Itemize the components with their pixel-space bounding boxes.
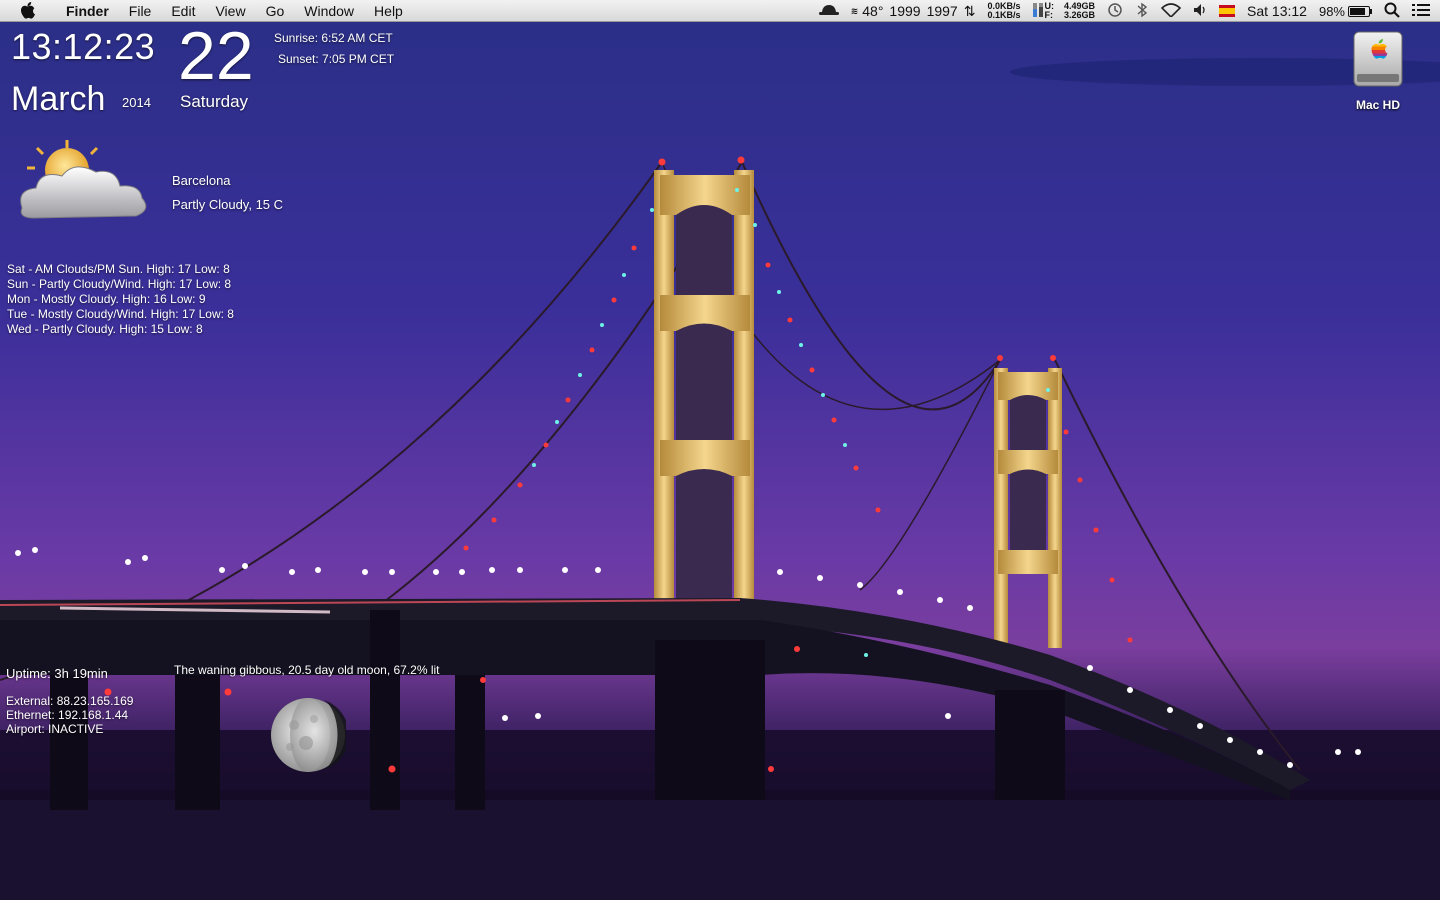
mem-free-value: 3.26GB: [1064, 10, 1096, 20]
menu-app-name[interactable]: Finder: [56, 0, 119, 22]
temperature-monitor[interactable]: ≋ 48° 1999 1997 ⇅: [851, 3, 976, 20]
partly-cloudy-icon: [12, 138, 162, 228]
forecast-day: Sat - AM Clouds/PM Sun. High: 17 Low: 8: [7, 262, 230, 276]
clock-day: 22: [178, 18, 254, 94]
clock-year: 2014: [122, 95, 151, 110]
drive-label: Mac HD: [1355, 98, 1400, 112]
hat-icon[interactable]: [818, 3, 839, 19]
clock-time: 13:12:23: [11, 26, 156, 67]
temperature-value: 48°: [862, 3, 884, 19]
fan-left-value: 1999: [889, 3, 921, 19]
memory-monitor[interactable]: U: F: 4.49GB 3.26GB: [1032, 2, 1096, 20]
forecast-day: Wed - Partly Cloudy. High: 15 Low: 8: [7, 322, 203, 336]
memory-bars-icon: [1032, 2, 1043, 20]
clock-month: March: [11, 80, 106, 118]
forecast-day: Tue - Mostly Cloudy/Wind. High: 17 Low: …: [7, 307, 234, 321]
sunrise-time: Sunrise: 6:52 AM CET: [274, 31, 393, 45]
menu-go[interactable]: Go: [256, 0, 295, 22]
notification-center-icon[interactable]: [1412, 3, 1430, 20]
apple-menu-icon[interactable]: [18, 1, 38, 21]
battery-indicator[interactable]: 98%: [1319, 4, 1372, 19]
weather-conditions: Partly Cloudy, 15 C: [172, 197, 284, 212]
input-source-flag-icon[interactable]: [1219, 5, 1236, 17]
airport-status: Airport: INACTIVE: [6, 722, 104, 736]
sunset-time: Sunset: 7:05 PM CET: [278, 52, 395, 66]
clock-weekday: Saturday: [180, 92, 249, 111]
volume-icon[interactable]: [1193, 3, 1207, 20]
weather-forecast: Sat - AM Clouds/PM Sun. High: 17 Low: 8 …: [7, 262, 234, 337]
spotlight-search-icon[interactable]: [1384, 2, 1400, 21]
wifi-icon[interactable]: [1160, 2, 1182, 20]
uptime: Uptime: 3h 19min: [6, 666, 108, 681]
mac-hd-drive[interactable]: Mac HD: [1348, 30, 1408, 112]
time-machine-icon[interactable]: [1107, 2, 1123, 21]
menubar-clock[interactable]: Sat 13:12: [1247, 3, 1307, 19]
fan-right-value: 1997: [926, 3, 958, 19]
menu-file[interactable]: File: [119, 0, 162, 22]
battery-icon: [1348, 5, 1370, 17]
fan-icon: ≋: [850, 5, 859, 16]
ethernet-ip: Ethernet: 192.168.1.44: [6, 708, 129, 722]
desktop-wallpaper: [0, 0, 1440, 900]
moon-phase-text: The waning gibbous, 20.5 day old moon, 6…: [174, 663, 440, 677]
fan-speed-icon: ⇅: [963, 2, 976, 19]
menu-help[interactable]: Help: [364, 0, 413, 22]
weather-city: Barcelona: [172, 173, 231, 188]
battery-percent: 98%: [1318, 3, 1345, 19]
external-ip: External: 88.23.165.169: [6, 694, 134, 708]
mem-free-label: F:: [1044, 10, 1054, 20]
menu-window[interactable]: Window: [294, 0, 364, 22]
net-down-value: 0.1KB/s: [987, 10, 1021, 20]
network-info: External: 88.23.165.169 Ethernet: 192.16…: [6, 694, 133, 736]
forecast-day: Sun - Partly Cloudy/Wind. High: 17 Low: …: [7, 277, 232, 291]
network-monitor[interactable]: 0.0KB/s 0.1KB/s: [987, 2, 1020, 20]
forecast-day: Mon - Mostly Cloudy. High: 16 Low: 9: [7, 292, 206, 306]
moon-icon: [270, 697, 349, 773]
bluetooth-icon[interactable]: [1135, 2, 1149, 21]
hard-drive-icon: [1352, 30, 1404, 88]
